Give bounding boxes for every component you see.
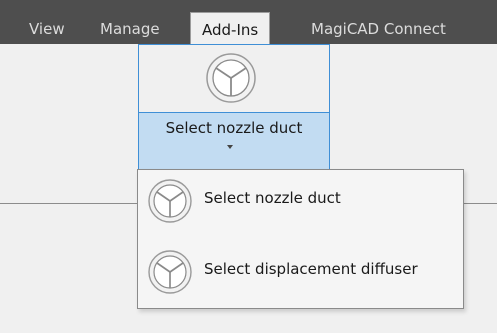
tab-add-ins[interactable]: Add-Ins [190, 12, 271, 45]
menu-item-select-displacement-diffuser[interactable]: Select displacement diffuser [139, 244, 462, 298]
diffuser-icon [148, 250, 192, 294]
menu-item-label: Select displacement diffuser [204, 260, 418, 278]
dropdown-menu: Select nozzle duct Select displacement d… [137, 169, 464, 309]
tab-manage[interactable]: Manage [89, 12, 171, 44]
split-button-dropdown[interactable]: Select nozzle duct [139, 113, 329, 170]
tab-view[interactable]: View [18, 12, 76, 44]
tab-magicad-connect[interactable]: MagiCAD Connect [300, 12, 457, 44]
diffuser-icon [148, 179, 192, 223]
split-button-main[interactable] [139, 45, 329, 113]
split-button-label: Select nozzle duct [165, 119, 303, 137]
select-nozzle-duct-split-button[interactable]: Select nozzle duct [138, 44, 330, 171]
chevron-down-icon [227, 145, 233, 149]
menu-item-label: Select nozzle duct [204, 189, 341, 207]
ribbon-tab-bar: View Manage Add-Ins MagiCAD Connect [0, 0, 497, 45]
menu-item-select-nozzle-duct[interactable]: Select nozzle duct [139, 173, 462, 227]
diffuser-icon [206, 53, 256, 103]
